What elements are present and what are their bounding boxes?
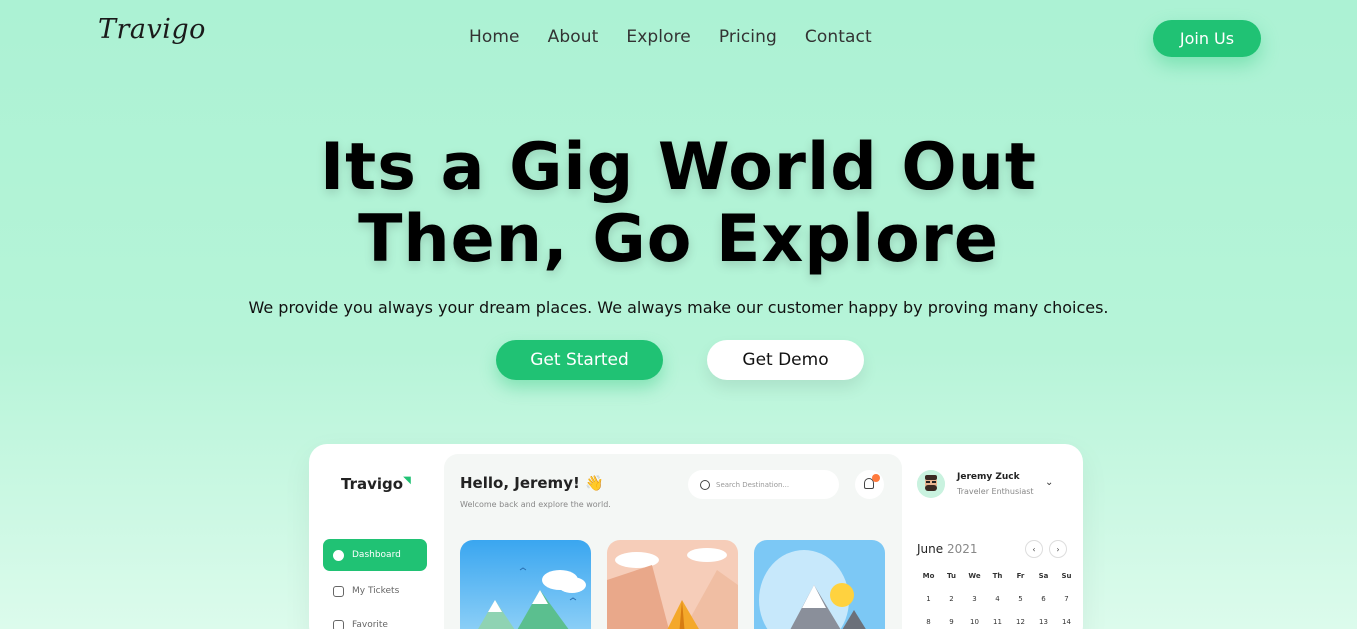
- sidebar-item-my-tickets[interactable]: My Tickets: [323, 575, 427, 607]
- sidebar-item-label: My Tickets: [352, 586, 400, 596]
- snow-peak-illustration: [754, 540, 885, 629]
- bookmark-icon: [333, 619, 344, 629]
- user-name: Jeremy Zuck: [957, 472, 1020, 482]
- calendar-day[interactable]: 13: [1032, 618, 1055, 626]
- send-arrow-icon: ◥: [403, 475, 411, 486]
- search-icon: [700, 479, 710, 490]
- weekday: Mo: [922, 572, 935, 580]
- search-placeholder: Search Destination...: [716, 480, 790, 489]
- dashboard-main: Hello, Jeremy! 👋 Welcome back and explor…: [444, 454, 902, 629]
- weekday: Su: [1061, 572, 1072, 580]
- main-nav: Home About Explore Pricing Contact: [469, 27, 872, 47]
- chevron-left-icon[interactable]: ‹: [1025, 540, 1043, 558]
- nav-home[interactable]: Home: [469, 27, 520, 47]
- mountain-illustration: [460, 540, 591, 629]
- calendar-month-name: June: [917, 542, 944, 556]
- calendar-day[interactable]: 2: [940, 595, 963, 603]
- calendar-day[interactable]: 11: [986, 618, 1009, 626]
- sidebar-item-dashboard[interactable]: Dashboard: [323, 539, 427, 571]
- calendar-year: 2021: [946, 542, 978, 556]
- hero-title-line-1: Its a Gig World Out: [320, 130, 1037, 205]
- calendar-day[interactable]: 10: [963, 618, 986, 626]
- sidebar-item-label: Favorite: [352, 620, 388, 629]
- calendar-day[interactable]: 9: [940, 618, 963, 626]
- notification-button[interactable]: [855, 470, 884, 499]
- calendar-weekdays: Mo Tu We Th Fr Sa Su: [917, 572, 1078, 580]
- greeting: Hello, Jeremy! 👋: [460, 474, 604, 492]
- user-avatar-illustration: [917, 470, 945, 498]
- destination-card-mountain[interactable]: [460, 540, 591, 629]
- dashboard-logo-text: Travigo: [341, 475, 404, 493]
- calendar-week: 8 9 10 11 12 13 14: [917, 618, 1078, 626]
- hero-title-line-2: Then, Go Explore: [358, 202, 999, 277]
- get-demo-button[interactable]: Get Demo: [707, 340, 864, 380]
- calendar-week: 1 2 3 4 5 6 7: [917, 595, 1078, 603]
- calendar-day[interactable]: 3: [963, 595, 986, 603]
- home-icon: [333, 549, 344, 561]
- nav-contact[interactable]: Contact: [805, 27, 872, 47]
- weekday: We: [968, 572, 981, 580]
- calendar-day[interactable]: 12: [1009, 618, 1032, 626]
- calendar-month: June 2021: [917, 542, 978, 556]
- brand-logo[interactable]: Travigo: [98, 14, 206, 45]
- chevron-down-icon[interactable]: ⌄: [1045, 477, 1053, 488]
- destination-card-snow-peak[interactable]: [754, 540, 885, 629]
- dashboard-logo: Travigo◥: [341, 475, 411, 493]
- calendar-day[interactable]: 4: [986, 595, 1009, 603]
- dashboard-preview: Travigo◥ Dashboard My Tickets Favorite H…: [309, 444, 1083, 629]
- calendar-day[interactable]: 7: [1055, 595, 1078, 603]
- chevron-right-icon[interactable]: ›: [1049, 540, 1067, 558]
- weekday: Tu: [947, 572, 956, 580]
- calendar-day[interactable]: 6: [1032, 595, 1055, 603]
- calendar-day[interactable]: 14: [1055, 618, 1078, 626]
- user-role: Traveler Enthusiast: [957, 487, 1034, 496]
- nav-pricing[interactable]: Pricing: [719, 27, 777, 47]
- search-destination-input[interactable]: Search Destination...: [688, 470, 839, 499]
- nav-explore[interactable]: Explore: [626, 27, 691, 47]
- sidebar-item-label: Dashboard: [352, 550, 401, 560]
- welcome-text: Welcome back and explore the world.: [460, 500, 611, 509]
- get-started-button[interactable]: Get Started: [496, 340, 663, 380]
- weekday: Sa: [1038, 572, 1049, 580]
- weekday: Fr: [1016, 572, 1025, 580]
- ticket-icon: [333, 585, 344, 597]
- calendar-day[interactable]: 1: [917, 595, 940, 603]
- calendar-day[interactable]: 5: [1009, 595, 1032, 603]
- hero-title: Its a Gig World Out Then, Go Explore: [0, 132, 1357, 276]
- weekday: Th: [992, 572, 1003, 580]
- destination-card-camping[interactable]: [607, 540, 738, 629]
- avatar[interactable]: [917, 470, 945, 498]
- join-us-button[interactable]: Join Us: [1153, 20, 1261, 57]
- hero-subtitle: We provide you always your dream places.…: [248, 298, 1109, 317]
- sidebar-item-favorite[interactable]: Favorite: [323, 609, 427, 629]
- calendar-day[interactable]: 8: [917, 618, 940, 626]
- nav-about[interactable]: About: [548, 27, 599, 47]
- notification-dot: [872, 474, 880, 482]
- camping-illustration: [607, 540, 738, 629]
